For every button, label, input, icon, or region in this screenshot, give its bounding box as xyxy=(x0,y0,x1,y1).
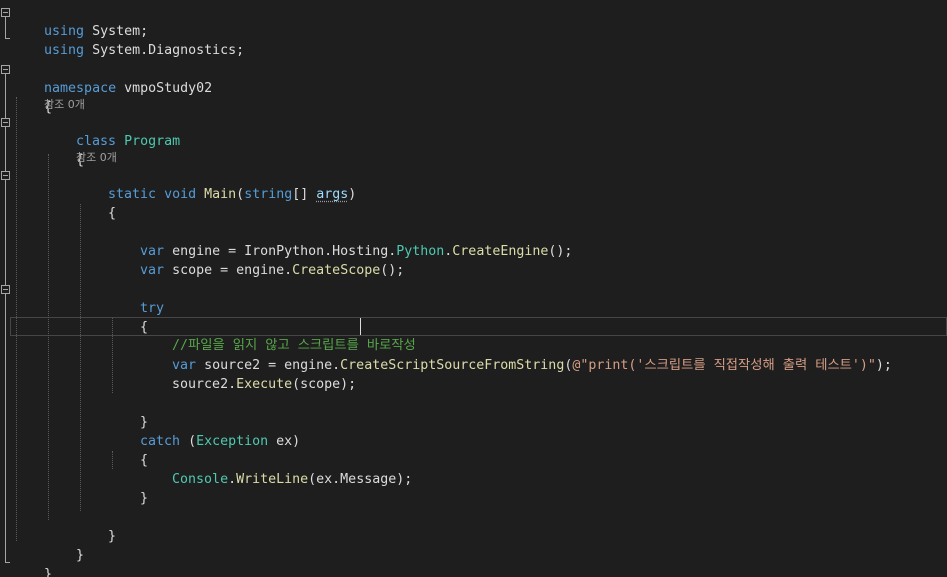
fold-range-line xyxy=(5,74,6,562)
keyword-token: string xyxy=(244,187,293,202)
keyword-token: using xyxy=(44,43,85,58)
string-literal: @"print('스크립트를 직접작성해 출력 테스트')" xyxy=(572,358,876,373)
brace-token: { xyxy=(108,206,117,221)
fold-collapse-icon[interactable] xyxy=(1,65,10,74)
method-name: CreateEngine xyxy=(452,244,549,259)
method-name: Execute xyxy=(236,377,293,392)
fold-collapse-icon[interactable] xyxy=(1,8,10,17)
fold-collapse-icon[interactable] xyxy=(1,285,10,294)
plain-token: ) xyxy=(348,187,357,202)
code-line-class[interactable]: class Program xyxy=(44,113,180,149)
plain-token: (scope); xyxy=(292,377,357,392)
plain-token: ex) xyxy=(268,434,301,449)
code-line-using-diagnostics[interactable]: using System.Diagnostics; xyxy=(12,22,244,58)
code-line-catch-open-brace[interactable]: { xyxy=(108,432,148,468)
fold-range-end xyxy=(5,562,10,563)
method-name: WriteLine xyxy=(236,472,309,487)
plain-token: System.Diagnostics; xyxy=(84,43,245,58)
plain-token: ( xyxy=(236,187,245,202)
code-line-scope[interactable]: var scope = engine.CreateScope(); xyxy=(108,242,404,278)
code-line-main-close-brace[interactable]: } xyxy=(76,508,116,544)
plain-token: (ex.Message); xyxy=(308,472,413,487)
code-line-source2[interactable]: var source2 = engine.CreateScriptSourceF… xyxy=(140,337,892,373)
code-line-namespace-close-brace[interactable]: } xyxy=(12,546,52,577)
fold-collapse-icon[interactable] xyxy=(1,171,10,180)
method-name: CreateScope xyxy=(292,263,381,278)
indent-guide xyxy=(48,154,49,520)
plain-token: scope = engine. xyxy=(164,263,293,278)
keyword-token: namespace xyxy=(44,81,117,96)
code-line-using-system[interactable]: using System; xyxy=(12,3,148,39)
namespace-name: vmpoStudy02 xyxy=(116,81,213,96)
brace-token: } xyxy=(44,567,53,577)
code-line-class-close-brace[interactable]: } xyxy=(44,527,84,563)
code-line-catch-close-brace[interactable]: } xyxy=(108,470,148,506)
brace-token: } xyxy=(76,548,85,563)
indent-guide xyxy=(16,97,17,541)
class-name: Program xyxy=(124,134,181,149)
plain-token: (); xyxy=(548,244,573,259)
keyword-token: void xyxy=(164,187,197,202)
plain-token: source2. xyxy=(172,377,237,392)
brace-token: } xyxy=(140,491,149,506)
codelens-references[interactable]: 참조 0개 xyxy=(76,149,117,166)
keyword-token: var xyxy=(140,263,165,278)
method-name: Main xyxy=(204,187,237,202)
plain-token: [] xyxy=(292,187,317,202)
code-line-try[interactable]: try xyxy=(108,280,164,316)
parameter-name: args xyxy=(316,187,349,202)
plain-token: ( xyxy=(180,434,197,449)
code-line-try-open-brace[interactable]: { xyxy=(108,299,148,335)
code-line-namespace[interactable]: namespace vmpoStudy02 xyxy=(12,60,212,96)
plain-token: . xyxy=(228,472,237,487)
codelens-references[interactable]: 참조 0개 xyxy=(44,96,85,113)
code-line-engine[interactable]: var engine = IronPython.Hosting.Python.C… xyxy=(108,223,572,259)
text-caret xyxy=(360,318,361,335)
code-line-try-close-brace[interactable]: } xyxy=(108,394,148,430)
type-token: Exception xyxy=(196,434,269,449)
method-name: CreateScriptSourceFromString xyxy=(340,358,565,373)
code-line-main-open-brace[interactable]: { xyxy=(76,185,116,221)
code-line-catch[interactable]: catch (Exception ex) xyxy=(108,413,300,449)
fold-range-line xyxy=(5,17,6,38)
type-token: Console xyxy=(172,472,229,487)
code-line-comment[interactable]: //파일을 읽지 않고 스크립트를 바로작성 xyxy=(140,317,416,353)
plain-token: (); xyxy=(380,263,405,278)
brace-token: } xyxy=(108,529,117,544)
code-line-writeline[interactable]: Console.WriteLine(ex.Message); xyxy=(140,451,412,487)
plain-token: ); xyxy=(875,358,892,373)
code-line-main[interactable]: static void Main(string[] args) xyxy=(76,166,356,202)
fold-range-end xyxy=(5,38,10,39)
indent-guide xyxy=(80,204,81,511)
code-editor[interactable]: using System; using System.Diagnostics; … xyxy=(0,0,947,577)
fold-collapse-icon[interactable] xyxy=(1,118,10,127)
code-line-execute[interactable]: source2.Execute(scope); xyxy=(140,356,356,392)
